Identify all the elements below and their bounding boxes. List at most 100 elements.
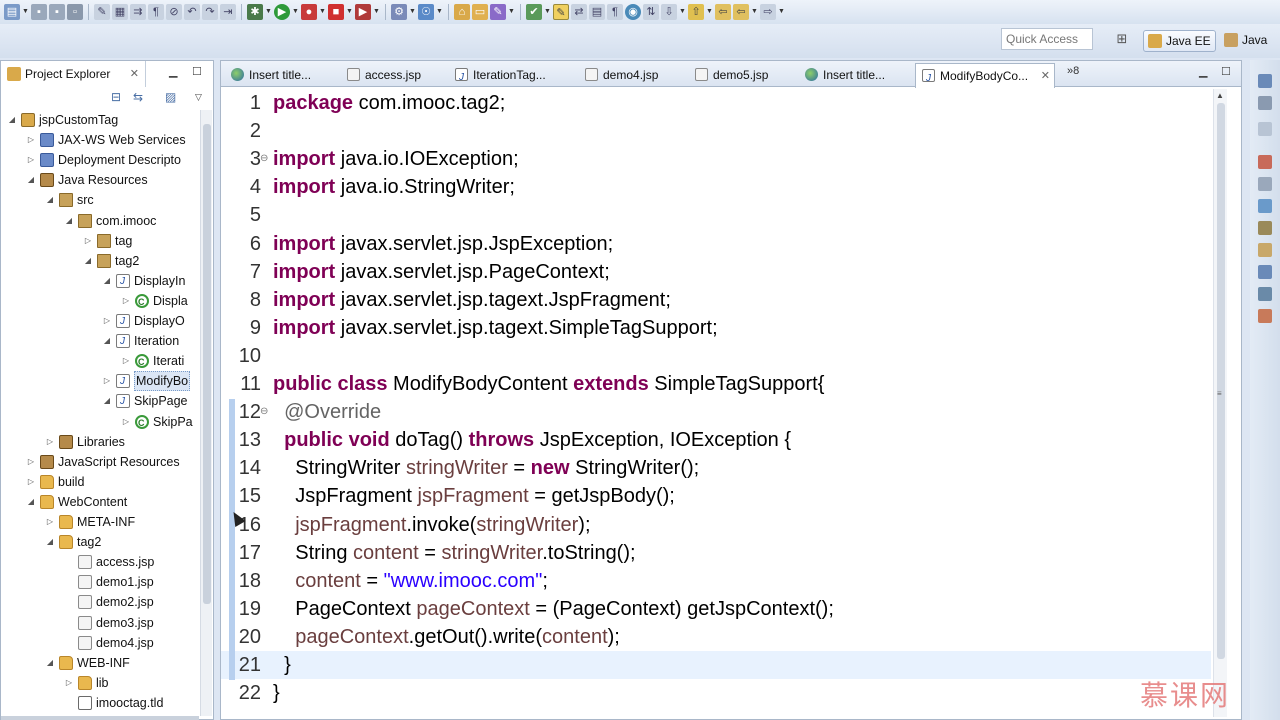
code-line[interactable]: 22} xyxy=(221,679,1211,707)
tree-item[interactable]: ◢ Java Resources xyxy=(1,170,199,190)
snippets-icon[interactable] xyxy=(1258,243,1272,257)
expand-arrow-icon[interactable]: ▷ xyxy=(26,472,36,492)
scrollbar-thumb[interactable] xyxy=(203,124,211,604)
code-line[interactable]: 15 JspFragment jspFragment = getJspBody(… xyxy=(221,482,1211,510)
code-line[interactable]: 16 jspFragment.invoke(stringWriter); xyxy=(221,511,1211,539)
next-annotation-icon[interactable]: ⇩ xyxy=(661,4,677,20)
tree-item[interactable]: ▷ tag xyxy=(1,231,199,251)
minimize-icon[interactable]: ▁ xyxy=(1199,65,1207,78)
new-class-icon[interactable]: ☉ xyxy=(418,4,434,20)
code-line[interactable]: 8 import javax.servlet.jsp.tagext.JspFrag… xyxy=(221,286,1211,314)
collapse-arrow-icon[interactable]: ◢ xyxy=(102,271,112,291)
step-icon[interactable]: ⇥ xyxy=(220,4,236,20)
scrollbar-thumb[interactable] xyxy=(1217,103,1225,659)
markers-icon[interactable] xyxy=(1258,155,1272,169)
stop-icon[interactable]: ■ xyxy=(328,4,344,20)
tree-item[interactable]: ▷ META-INF xyxy=(1,512,199,532)
tree-item[interactable]: ▷ Iterati xyxy=(1,351,199,372)
expand-arrow-icon[interactable]: ▷ xyxy=(45,432,55,452)
undo-icon[interactable]: ↶ xyxy=(184,4,200,20)
collapse-arrow-icon[interactable]: ◢ xyxy=(7,110,17,130)
whitespace-icon[interactable]: ¶ xyxy=(148,4,164,20)
word-wrap-icon[interactable]: ⇉ xyxy=(130,4,146,20)
tree-item[interactable]: ◢ WEB-INF xyxy=(1,653,199,673)
code-line[interactable]: 5 xyxy=(221,201,1211,229)
fold-toggle-icon[interactable]: ⊖ xyxy=(260,398,268,426)
expand-arrow-icon[interactable]: ▷ xyxy=(102,311,112,331)
project-explorer-tab[interactable]: Project Explorer ✕ xyxy=(1,61,146,87)
minimize-icon[interactable]: ▁ xyxy=(169,65,177,78)
editor-scrollbar[interactable]: ▲ ≡ xyxy=(1213,89,1227,717)
expand-arrow-icon[interactable]: ▷ xyxy=(64,673,74,693)
tree-item[interactable]: ◢ com.imooc xyxy=(1,211,199,231)
new-server-icon[interactable]: ⚙ xyxy=(391,4,407,20)
back-icon[interactable]: ⇦ xyxy=(733,4,749,20)
collapse-arrow-icon[interactable]: ◢ xyxy=(83,251,93,271)
toggle-breadcrumb-icon[interactable]: ▤ xyxy=(589,4,605,20)
quick-access-input[interactable]: Quick Access xyxy=(1001,28,1093,50)
link-icon[interactable]: ⇄ xyxy=(571,4,587,20)
annotation-dropdown-icon[interactable]: ▼ xyxy=(544,4,551,20)
run-server-icon[interactable]: ● xyxy=(301,4,317,20)
toggle-mark-icon[interactable]: ✎ xyxy=(94,4,110,20)
code-line[interactable]: 20 pageContext.getOut().write(content); xyxy=(221,623,1211,651)
editor-tab[interactable]: IterationTag... xyxy=(449,63,573,90)
debug-dropdown-icon[interactable]: ▼ xyxy=(265,4,272,20)
collapse-arrow-icon[interactable]: ◢ xyxy=(26,492,36,512)
outline-icon[interactable] xyxy=(1258,74,1272,88)
code-line[interactable]: 10 xyxy=(221,342,1211,370)
more-tabs-button[interactable]: »8 xyxy=(1067,65,1079,77)
servers-icon[interactable] xyxy=(1258,199,1272,213)
stop-dropdown-icon[interactable]: ▼ xyxy=(346,4,353,20)
code-line[interactable]: 14 StringWriter stringWriter = new Strin… xyxy=(221,454,1211,482)
tree-item[interactable]: ▷ DisplayO xyxy=(1,311,199,332)
tree-item[interactable]: access.jsp xyxy=(1,552,199,572)
collapse-arrow-icon[interactable]: ◢ xyxy=(45,653,55,673)
run-icon[interactable]: ▶ xyxy=(274,4,290,20)
debug-icon[interactable]: ✱ xyxy=(247,4,263,20)
data-source-icon[interactable] xyxy=(1258,221,1272,235)
code-line[interactable]: 21 } xyxy=(221,651,1211,679)
prev-annotation-icon[interactable]: ⇧ xyxy=(688,4,704,20)
browser-icon[interactable]: ◉ xyxy=(625,4,641,20)
annotation-icon[interactable]: ✔ xyxy=(526,4,542,20)
project-explorer-scrollbar[interactable] xyxy=(200,110,212,716)
junit-icon[interactable] xyxy=(1258,309,1272,323)
code-line[interactable]: 4 import java.io.StringWriter; xyxy=(221,173,1211,201)
tree-item[interactable]: ◢ tag2 xyxy=(1,251,199,271)
tree-item[interactable]: ◢ Iteration xyxy=(1,331,199,352)
tree-item[interactable]: ▷ lib xyxy=(1,673,199,693)
maximize-icon[interactable]: ☐ xyxy=(1221,65,1231,78)
tree-item[interactable]: ▷ JavaScript Resources xyxy=(1,452,199,472)
forward-icon[interactable]: ⇨ xyxy=(760,4,776,20)
search-icon[interactable]: ✎ xyxy=(490,4,506,20)
tree-item[interactable]: ▷ Libraries xyxy=(1,432,199,452)
editor-tab[interactable]: ModifyBodyCo... ✕ xyxy=(915,63,1055,91)
code-line[interactable]: 3 ⊖ import java.io.IOException; xyxy=(221,145,1211,173)
expand-arrow-icon[interactable]: ▷ xyxy=(83,231,93,251)
save-icon[interactable]: ▪ xyxy=(31,4,47,20)
filter-icon[interactable]: ▨ xyxy=(165,90,176,104)
expand-arrow-icon[interactable]: ▷ xyxy=(121,351,131,371)
horizontal-scrollbar[interactable] xyxy=(1,716,199,720)
tree-item[interactable]: ◢ jspCustomTag xyxy=(1,110,199,130)
expand-arrow-icon[interactable]: ▷ xyxy=(26,150,36,170)
prev-annotation-dropdown-icon[interactable]: ▼ xyxy=(706,4,713,20)
next-annotation-dropdown-icon[interactable]: ▼ xyxy=(679,4,686,20)
collapse-arrow-icon[interactable]: ◢ xyxy=(45,190,55,210)
collapse-all-icon[interactable]: ⊟ xyxy=(111,90,121,104)
print-icon[interactable]: ▫ xyxy=(67,4,83,20)
run-server-dropdown-icon[interactable]: ▼ xyxy=(319,4,326,20)
view-menu-icon[interactable]: ▽ xyxy=(195,92,202,103)
tree-item[interactable]: imooctag.tld xyxy=(1,693,199,713)
editor-tab[interactable]: demo4.jsp xyxy=(579,63,683,87)
tree-item[interactable]: ◢ DisplayIn xyxy=(1,271,199,292)
tree-item[interactable]: ▷ JAX-WS Web Services xyxy=(1,130,199,150)
open-perspective-icon[interactable]: ⊞ xyxy=(1112,30,1132,48)
code-line[interactable]: 18 content = "www.imooc.com"; xyxy=(221,567,1211,595)
collapse-arrow-icon[interactable]: ◢ xyxy=(102,331,112,351)
progress-icon[interactable] xyxy=(1258,287,1272,301)
back-dropdown-icon[interactable]: ▼ xyxy=(751,4,758,20)
code-line[interactable]: 13 public void doTag() throws JspExcepti… xyxy=(221,426,1211,454)
new-dropdown-icon[interactable]: ▼ xyxy=(22,4,29,20)
